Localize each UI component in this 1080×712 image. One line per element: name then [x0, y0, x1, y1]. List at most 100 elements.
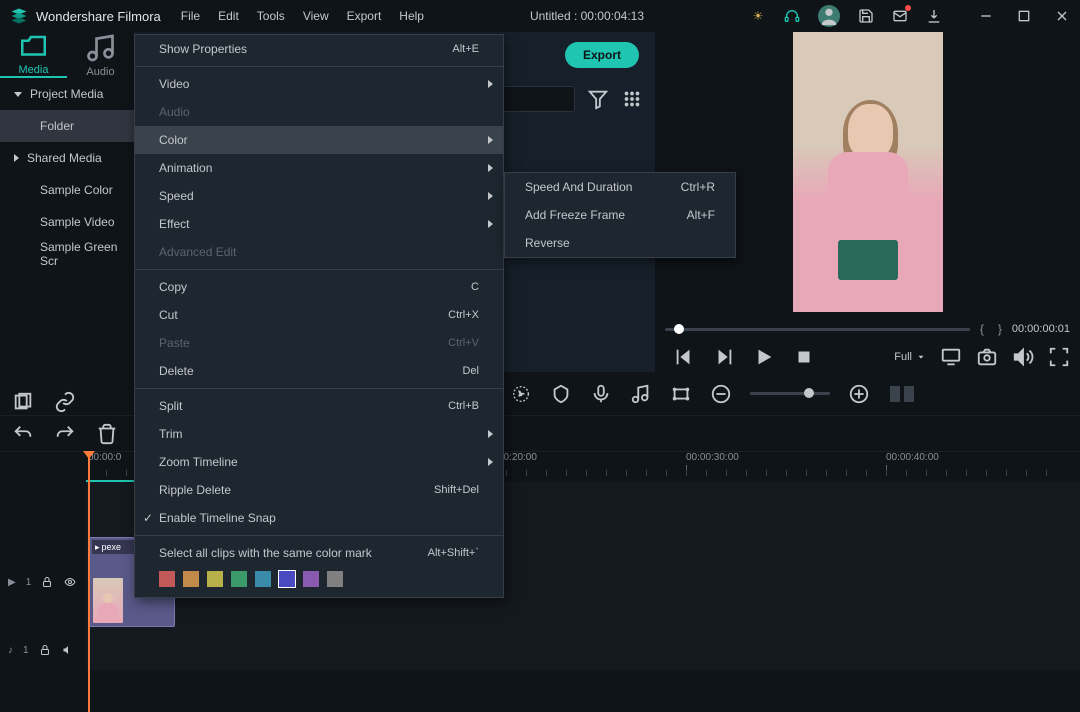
menu-effect[interactable]: Effect: [135, 210, 503, 238]
menu-select-color-mark[interactable]: Select all clips with the same color mar…: [135, 539, 503, 567]
menu-split[interactable]: SplitCtrl+B: [135, 392, 503, 420]
color-swatch[interactable]: [255, 571, 271, 587]
menu-cut[interactable]: CutCtrl+X: [135, 301, 503, 329]
zoom-slider[interactable]: [750, 392, 830, 395]
playhead[interactable]: [88, 452, 90, 712]
clip-thumbnail: [93, 578, 123, 623]
titlebar-right: ☀: [750, 5, 1070, 27]
volume-icon[interactable]: [1012, 346, 1034, 368]
audio-mixer-icon[interactable]: [630, 383, 652, 405]
menu-tools[interactable]: Tools: [257, 9, 285, 23]
menu-video[interactable]: Video: [135, 70, 503, 98]
download-icon[interactable]: [926, 8, 942, 24]
context-menu: Show PropertiesAlt+E Video Audio Color A…: [134, 34, 504, 598]
manage-tracks-icon[interactable]: [12, 391, 34, 413]
video-frame: [793, 32, 943, 312]
close-icon[interactable]: [1054, 8, 1070, 24]
marker-icon[interactable]: [550, 383, 572, 405]
menu-color[interactable]: Color: [135, 126, 503, 154]
export-button[interactable]: Export: [565, 42, 639, 68]
audio-track-icon: ♪: [8, 645, 13, 656]
lock-icon[interactable]: [39, 644, 51, 656]
video-track-icon: ▶: [8, 577, 16, 588]
menu-trim[interactable]: Trim: [135, 420, 503, 448]
minimize-icon[interactable]: [978, 8, 994, 24]
menu-edit[interactable]: Edit: [218, 9, 239, 23]
sidebar-item-sample-video[interactable]: Sample Video: [0, 206, 134, 238]
media-sidebar: Media Audio Project Media Folder Shared …: [0, 32, 135, 372]
delete-icon[interactable]: [96, 423, 118, 445]
menu-enable-snap[interactable]: ✓Enable Timeline Snap: [135, 504, 503, 532]
menu-copy[interactable]: CopyC: [135, 273, 503, 301]
menu-animation[interactable]: Animation: [135, 154, 503, 182]
sidebar-item-sample-green[interactable]: Sample Green Scr: [0, 238, 134, 270]
menu-ripple-delete[interactable]: Ripple DeleteShift+Del: [135, 476, 503, 504]
color-swatch[interactable]: [183, 571, 199, 587]
color-swatch[interactable]: [327, 571, 343, 587]
filter-icon[interactable]: [587, 88, 609, 110]
grid-icon[interactable]: [621, 88, 643, 110]
mark-in-icon[interactable]: {: [980, 322, 984, 336]
preview-scrubber[interactable]: [665, 328, 970, 331]
crop-icon[interactable]: [670, 383, 692, 405]
tab-media[interactable]: Media: [0, 32, 67, 78]
maximize-icon[interactable]: [1016, 8, 1032, 24]
color-swatch[interactable]: [207, 571, 223, 587]
display-icon[interactable]: [940, 346, 962, 368]
prev-frame-icon[interactable]: [673, 346, 695, 368]
link-icon[interactable]: [54, 391, 76, 413]
quality-select[interactable]: Full: [894, 351, 926, 363]
color-swatch[interactable]: [159, 571, 175, 587]
user-avatar-icon[interactable]: [818, 5, 840, 27]
headset-icon[interactable]: [784, 8, 800, 24]
voiceover-icon[interactable]: [590, 383, 612, 405]
lock-icon[interactable]: [41, 576, 53, 588]
stop-icon[interactable]: [793, 346, 815, 368]
tab-audio[interactable]: Audio: [67, 32, 134, 78]
chevron-right-icon: [488, 136, 493, 144]
chevron-right-icon: [488, 164, 493, 172]
snapshot-icon[interactable]: [976, 346, 998, 368]
color-swatch[interactable]: [303, 571, 319, 587]
submenu-add-freeze[interactable]: Add Freeze FrameAlt+F: [505, 201, 735, 229]
redo-icon[interactable]: [54, 423, 76, 445]
menu-export[interactable]: Export: [347, 9, 382, 23]
fullscreen-icon[interactable]: [1048, 346, 1070, 368]
sidebar-item-sample-color[interactable]: Sample Color: [0, 174, 134, 206]
mute-icon[interactable]: [61, 644, 75, 656]
undo-icon[interactable]: [12, 423, 34, 445]
sidebar-item-project-media[interactable]: Project Media: [0, 78, 134, 110]
sidebar-item-folder[interactable]: Folder: [0, 110, 134, 142]
menu-show-properties[interactable]: Show PropertiesAlt+E: [135, 35, 503, 63]
menu-audio: Audio: [135, 98, 503, 126]
color-swatch[interactable]: [279, 571, 295, 587]
menu-view[interactable]: View: [303, 9, 329, 23]
menu-help[interactable]: Help: [399, 9, 424, 23]
submenu-speed-duration[interactable]: Speed And DurationCtrl+R: [505, 173, 735, 201]
color-swatches: [135, 567, 503, 597]
render-icon[interactable]: [510, 383, 532, 405]
chevron-right-icon: [488, 80, 493, 88]
chevron-down-icon: [14, 92, 22, 97]
save-icon[interactable]: [858, 8, 874, 24]
window-title: Untitled : 00:00:04:13: [424, 9, 750, 23]
zoom-out-icon[interactable]: [710, 383, 732, 405]
visibility-icon[interactable]: [63, 576, 77, 588]
submenu-reverse[interactable]: Reverse: [505, 229, 735, 257]
zoom-fit-icon[interactable]: [888, 383, 916, 405]
audio-track[interactable]: [86, 630, 1080, 670]
play-icon[interactable]: [753, 346, 775, 368]
menu-file[interactable]: File: [181, 9, 200, 23]
audio-track-head: ♪ 1: [0, 630, 86, 670]
menu-delete[interactable]: DeleteDel: [135, 357, 503, 385]
next-frame-icon[interactable]: [713, 346, 735, 368]
menu-zoom-timeline[interactable]: Zoom Timeline: [135, 448, 503, 476]
lightbulb-icon[interactable]: ☀: [750, 8, 766, 24]
sidebar-item-shared-media[interactable]: Shared Media: [0, 142, 134, 174]
mail-icon[interactable]: [892, 8, 908, 24]
check-icon: ✓: [143, 511, 153, 525]
zoom-in-icon[interactable]: [848, 383, 870, 405]
menu-speed[interactable]: Speed: [135, 182, 503, 210]
color-swatch[interactable]: [231, 571, 247, 587]
mark-out-icon[interactable]: }: [998, 322, 1002, 336]
